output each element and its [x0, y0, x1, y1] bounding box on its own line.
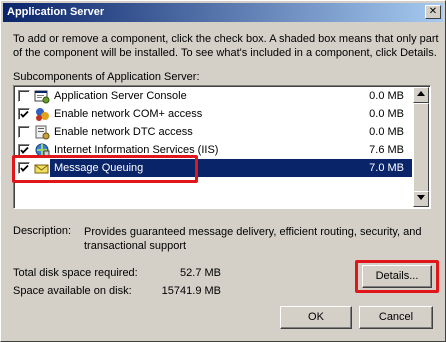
component-size: 0.0 MB	[369, 90, 404, 102]
arrow-up-icon	[417, 91, 425, 96]
list-scrollbar[interactable]	[413, 87, 429, 207]
arrow-down-icon	[417, 195, 425, 200]
subcomponents-label: Subcomponents of Application Server:	[13, 71, 200, 83]
component-size: 7.6 MB	[369, 144, 404, 156]
component-checkbox[interactable]	[18, 90, 30, 102]
console-icon	[34, 90, 50, 104]
application-server-dialog: Application Server ✕ To add or remove a …	[0, 0, 446, 342]
scroll-down-button[interactable]	[413, 191, 429, 207]
disk-available-label: Space available on disk:	[13, 285, 132, 297]
scroll-thumb[interactable]	[413, 103, 429, 193]
component-label: Enable network COM+ access	[54, 108, 203, 120]
description-text: Provides guaranteed message delivery, ef…	[84, 226, 422, 252]
cancel-button[interactable]: Cancel	[359, 306, 433, 329]
scroll-up-button[interactable]	[413, 87, 429, 103]
close-icon: ✕	[428, 6, 438, 17]
list-item[interactable]: Application Server Console 0.0 MB	[16, 87, 412, 105]
list-item[interactable]: Enable network DTC access 0.0 MB	[16, 123, 412, 141]
dtc-icon	[35, 125, 50, 140]
subcomponents-list[interactable]: Application Server Console 0.0 MB Enable…	[13, 85, 431, 209]
checkmark-icon	[20, 146, 29, 154]
instructions-text: To add or remove a component, click the …	[13, 33, 439, 59]
component-label: Enable network DTC access	[54, 126, 193, 138]
component-label: Application Server Console	[54, 90, 187, 102]
disk-required-value: 52.7 MB	[180, 267, 221, 279]
component-checkbox[interactable]	[18, 126, 30, 138]
component-checkbox[interactable]	[18, 108, 30, 120]
title-bar[interactable]: Application Server ✕	[3, 3, 443, 22]
description-label: Description:	[13, 225, 72, 237]
ok-button[interactable]: OK	[280, 306, 352, 329]
com-plus-icon	[36, 108, 49, 121]
component-size: 7.0 MB	[369, 159, 404, 177]
close-button[interactable]: ✕	[425, 5, 441, 19]
highlight-box-message-queuing	[12, 155, 198, 183]
disk-required-label: Total disk space required:	[13, 267, 138, 279]
disk-available-value: 15741.9 MB	[161, 285, 221, 297]
component-size: 0.0 MB	[369, 108, 404, 120]
window-title: Application Server	[7, 6, 105, 18]
list-item[interactable]: Enable network COM+ access 0.0 MB	[16, 105, 412, 123]
component-size: 0.0 MB	[369, 126, 404, 138]
highlight-box-details	[355, 260, 439, 293]
checkmark-icon	[20, 110, 29, 118]
